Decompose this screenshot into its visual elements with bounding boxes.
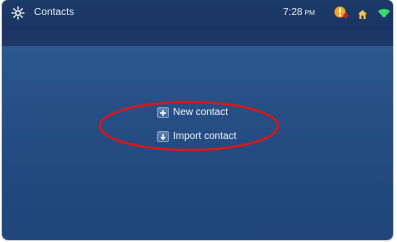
page-title: Contacts	[34, 7, 75, 18]
settings-icon[interactable]	[10, 6, 26, 20]
clock: 7:28 PM	[283, 7, 315, 18]
status-bar: Contacts 7:28 PM	[2, 0, 393, 47]
plus-icon	[157, 107, 169, 118]
import-icon	[157, 131, 169, 142]
import-contact-button[interactable]: Import contact	[157, 131, 236, 142]
new-contact-button[interactable]: New contact	[157, 107, 228, 118]
device-screen: Contacts 7:28 PM New contact Import cont…	[2, 0, 393, 240]
clock-time: 7:28	[283, 7, 303, 18]
new-contact-label: New contact	[173, 107, 229, 118]
import-contact-label: Import contact	[173, 131, 237, 142]
alert-icon[interactable]	[334, 5, 348, 19]
home-icon[interactable]	[357, 7, 368, 19]
wifi-icon	[377, 6, 391, 18]
clock-ampm: PM	[304, 10, 315, 17]
